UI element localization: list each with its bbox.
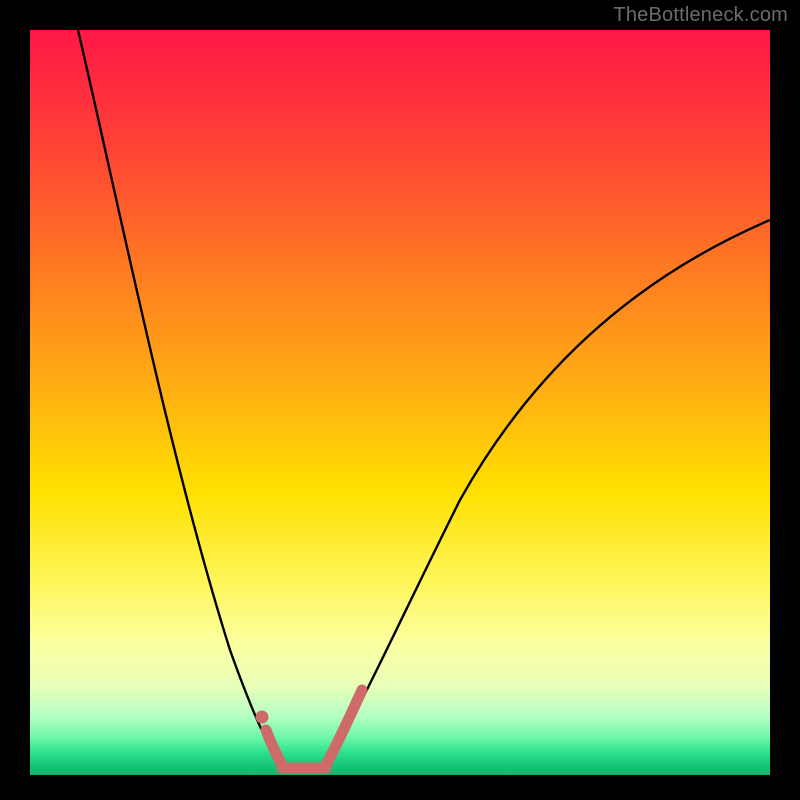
curve-highlight-right xyxy=(326,690,362,765)
bottleneck-curve-right xyxy=(326,220,770,765)
curve-highlight-left xyxy=(266,730,282,765)
bottleneck-curve-left xyxy=(78,30,282,765)
chart-frame: TheBottleneck.com xyxy=(0,0,800,800)
curve-highlight-marker xyxy=(256,711,269,724)
curve-layer xyxy=(30,30,770,775)
watermark-label: TheBottleneck.com xyxy=(613,4,788,27)
plot-area xyxy=(30,30,770,775)
